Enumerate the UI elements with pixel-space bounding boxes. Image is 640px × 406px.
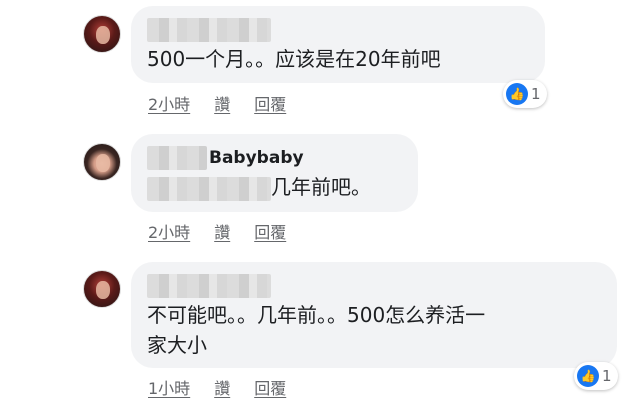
reply-link[interactable]: 回覆 xyxy=(254,219,286,243)
timestamp-link[interactable]: 2小時 xyxy=(148,219,190,243)
commenter-name-row[interactable] xyxy=(147,16,529,44)
like-link[interactable]: 讚 xyxy=(214,375,230,399)
commenter-name-row[interactable]: Babybaby xyxy=(147,144,402,172)
blurred-name xyxy=(147,18,271,42)
commenter-avatar[interactable] xyxy=(83,270,121,308)
timestamp-link[interactable]: 1小時 xyxy=(148,375,190,399)
blurred-text xyxy=(147,176,271,201)
reaction-count: 1 xyxy=(602,367,612,385)
reaction-badge[interactable]: 👍 1 xyxy=(503,80,547,108)
comment-text-row: 几年前吧。 xyxy=(147,172,402,202)
reply-link[interactable]: 回覆 xyxy=(254,375,286,399)
reply-link[interactable]: 回覆 xyxy=(254,91,286,115)
like-link[interactable]: 讚 xyxy=(214,91,230,115)
comment-actions: 2小時 讚 回覆 xyxy=(148,91,286,115)
comment-bubble: 500一个月。。应该是在20年前吧 xyxy=(131,6,545,83)
reaction-count: 1 xyxy=(531,85,541,103)
thumbs-up-icon: 👍 xyxy=(577,365,599,387)
comment-text: 500一个月。。应该是在20年前吧 xyxy=(147,47,441,71)
commenter-name[interactable]: Babybaby xyxy=(209,148,304,168)
timestamp-link[interactable]: 2小時 xyxy=(148,91,190,115)
thumbs-up-icon: 👍 xyxy=(506,83,528,105)
blurred-name xyxy=(147,146,207,170)
comment-bubble: Babybaby 几年前吧。 xyxy=(131,134,418,212)
blurred-name xyxy=(147,274,271,298)
comment-text-line-1: 不可能吧。。几年前。。500怎么养活一 xyxy=(147,303,486,327)
reaction-badge[interactable]: 👍 1 xyxy=(574,362,618,390)
commenter-name-row[interactable] xyxy=(147,272,601,300)
comment-actions: 1小時 讚 回覆 xyxy=(148,375,286,399)
comment-text: 几年前吧。 xyxy=(271,175,371,199)
comment-text-line-2: 家大小 xyxy=(147,333,207,357)
commenter-avatar[interactable] xyxy=(83,143,121,181)
comment-actions: 2小時 讚 回覆 xyxy=(148,219,286,243)
commenter-avatar[interactable] xyxy=(83,15,121,53)
comment-bubble: 不可能吧。。几年前。。500怎么养活一 家大小 xyxy=(131,262,617,368)
like-link[interactable]: 讚 xyxy=(214,219,230,243)
